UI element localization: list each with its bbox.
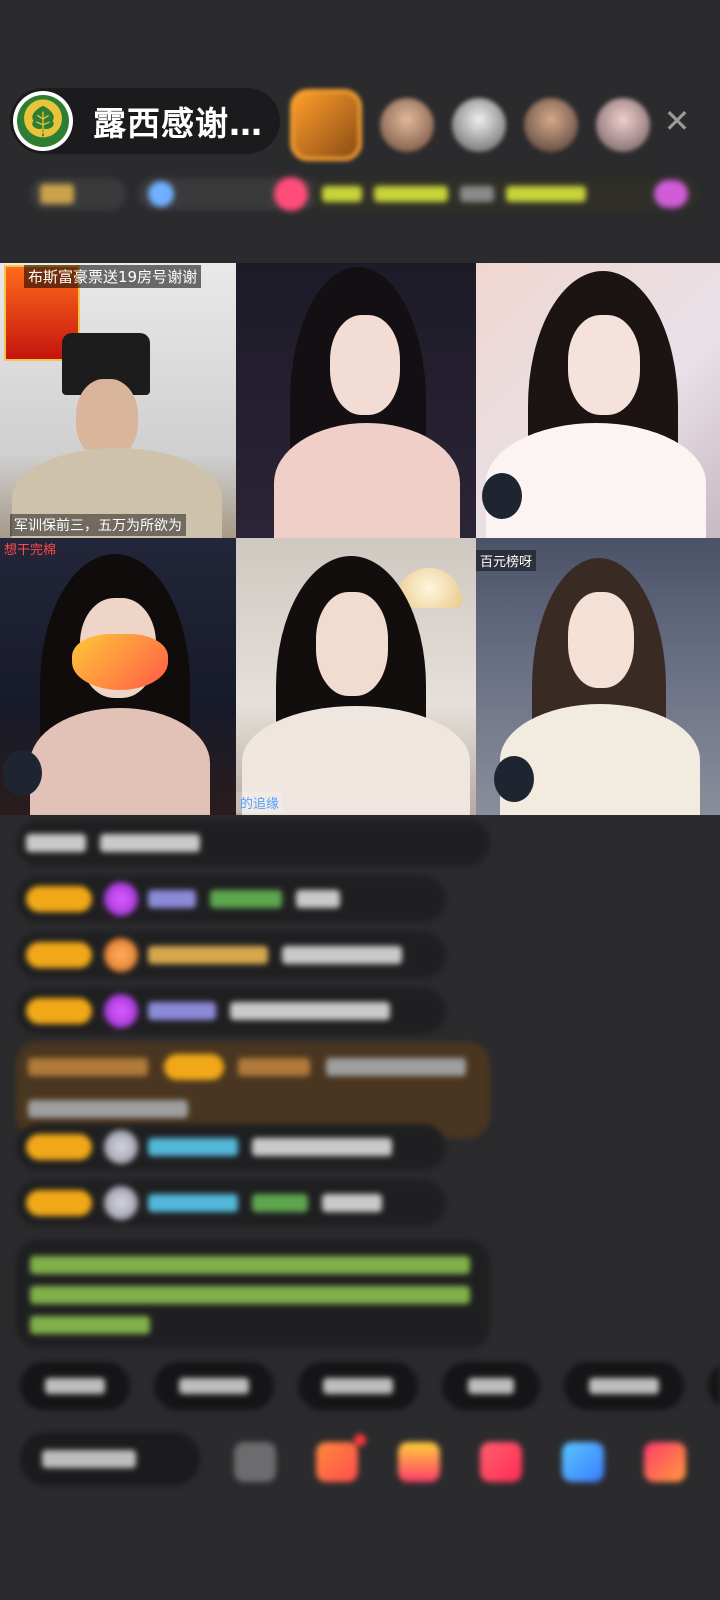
gift-box-icon[interactable]: [316, 1442, 358, 1482]
video-caption-top: 百元榜呀: [476, 550, 537, 571]
gift-icon[interactable]: [644, 1442, 686, 1482]
body: [274, 423, 460, 538]
quick-reply-button[interactable]: [154, 1362, 274, 1410]
quick-reply-button[interactable]: [708, 1362, 720, 1410]
chat-message: [16, 1180, 446, 1226]
chat-input[interactable]: [20, 1432, 200, 1486]
system-message: [16, 1240, 490, 1348]
video-caption-top: 布斯富豪票送19房号谢谢: [24, 265, 202, 288]
room-info-pill[interactable]: 露西感谢…: [10, 88, 280, 154]
video-cell-3[interactable]: [476, 263, 720, 538]
face: [330, 315, 400, 415]
face: [316, 592, 388, 696]
audience-avatar-list[interactable]: [290, 89, 668, 161]
share-icon[interactable]: [562, 1442, 604, 1482]
video-caption-bottom: 的追缘: [236, 792, 284, 813]
video-cell-4[interactable]: 想干完棉: [0, 538, 236, 815]
viewer-avatar[interactable]: [524, 98, 578, 152]
microphone: [2, 750, 42, 796]
room-info-row: [20, 172, 700, 216]
video-cell-2[interactable]: [236, 263, 476, 538]
viewer-avatar[interactable]: [380, 98, 434, 152]
room-title: 露西感谢…: [93, 104, 263, 143]
viewer-avatar[interactable]: [290, 89, 362, 161]
face-mask: [72, 634, 168, 690]
video-cell-6[interactable]: 百元榜呀: [476, 538, 720, 815]
viewer-avatar[interactable]: [452, 98, 506, 152]
chat-message: [16, 820, 490, 866]
close-icon[interactable]: ✕: [660, 104, 694, 138]
chat-message-list[interactable]: [0, 816, 720, 1356]
room-avatar[interactable]: [13, 91, 73, 151]
tree-logo-icon: [17, 95, 69, 147]
microphone: [494, 756, 534, 802]
viewer-avatar[interactable]: [596, 98, 650, 152]
video-cell-5[interactable]: 的追缘: [236, 538, 476, 815]
event-banner-chip[interactable]: [312, 178, 698, 210]
notification-dot: [354, 1434, 366, 1446]
face: [568, 315, 640, 415]
bottom-action-bar[interactable]: [20, 1428, 720, 1492]
heart-icon[interactable]: [480, 1442, 522, 1482]
body: [30, 708, 210, 815]
chat-message: [16, 1124, 446, 1170]
emoji-icon[interactable]: [234, 1442, 276, 1482]
chat-message: [16, 932, 446, 978]
lucky-bag-icon[interactable]: [398, 1442, 440, 1482]
quick-reply-button[interactable]: [442, 1362, 540, 1410]
rank-chip[interactable]: [30, 178, 126, 210]
quick-reply-button[interactable]: [20, 1362, 130, 1410]
chat-message: [16, 988, 446, 1034]
body: [500, 704, 700, 815]
microphone: [482, 473, 522, 519]
video-caption-top: 想干完棉: [4, 543, 57, 558]
video-cell-1[interactable]: 布斯富豪票送19房号谢谢 军训保前三，五万为所欲为: [0, 263, 236, 538]
face: [568, 592, 634, 688]
quick-reply-button[interactable]: [298, 1362, 418, 1410]
quick-reply-row[interactable]: [20, 1362, 720, 1412]
face: [76, 379, 138, 459]
chat-message: [16, 876, 446, 922]
hourly-rank-chip[interactable]: [138, 177, 318, 211]
video-caption-bottom: 军训保前三，五万为所欲为: [10, 514, 186, 536]
quick-reply-button[interactable]: [564, 1362, 684, 1410]
multi-host-video-grid[interactable]: 布斯富豪票送19房号谢谢 军训保前三，五万为所欲为 想干完棉 的追缘 百元榜呀: [0, 263, 720, 815]
body: [486, 423, 706, 538]
